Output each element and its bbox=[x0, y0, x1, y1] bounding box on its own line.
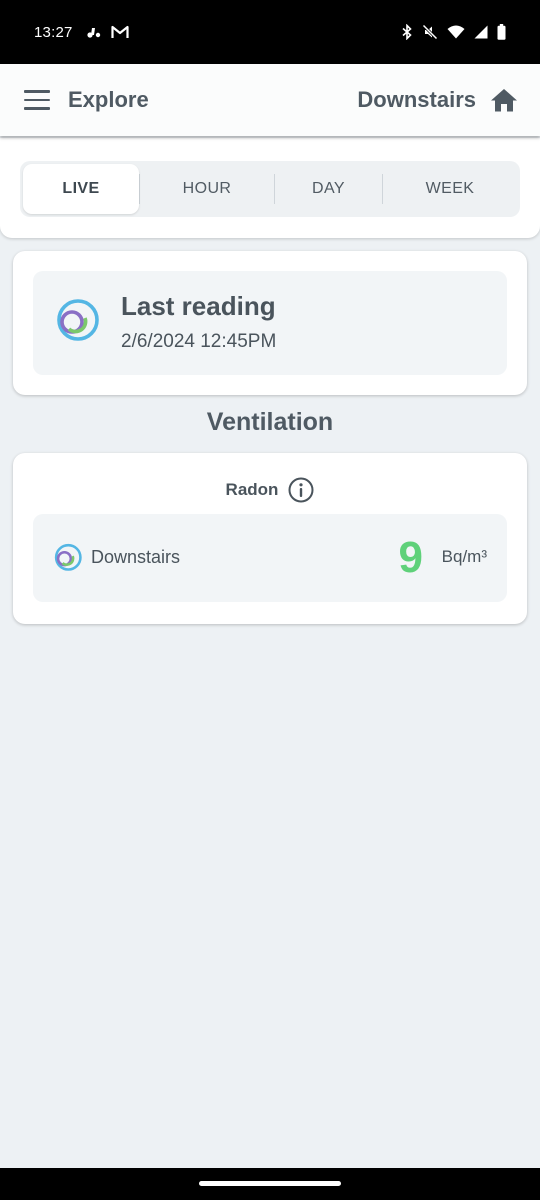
battery-icon bbox=[497, 24, 506, 40]
tab-live-label: LIVE bbox=[62, 180, 100, 197]
gmail-icon bbox=[110, 25, 129, 38]
navigation-bar bbox=[0, 1168, 540, 1200]
tab-week-label: WEEK bbox=[425, 180, 475, 197]
last-reading-panel: Last reading 2/6/2024 12:45PM bbox=[33, 271, 507, 375]
radon-card[interactable]: Radon Downstairs 9 Bq/m³ bbox=[13, 453, 527, 624]
mute-icon bbox=[422, 24, 438, 40]
status-right-icons bbox=[401, 24, 506, 40]
radon-reading-row[interactable]: Downstairs 9 Bq/m³ bbox=[33, 514, 507, 602]
tab-week[interactable]: WEEK bbox=[383, 164, 517, 214]
page-title: Explore bbox=[68, 87, 149, 112]
notification-dots-icon bbox=[86, 28, 100, 38]
bluetooth-icon bbox=[402, 24, 412, 40]
radon-header: Radon bbox=[13, 477, 527, 503]
location-name[interactable]: Downstairs bbox=[357, 87, 476, 113]
home-icon[interactable] bbox=[490, 87, 518, 113]
tab-day[interactable]: DAY bbox=[275, 164, 382, 214]
menu-icon[interactable] bbox=[24, 90, 50, 110]
radon-unit: Bq/m³ bbox=[441, 547, 487, 566]
home-gesture-handle[interactable] bbox=[199, 1181, 341, 1186]
wifi-icon bbox=[447, 25, 465, 39]
time-range-tabs: LIVE HOUR DAY WEEK bbox=[20, 161, 520, 217]
last-reading-timestamp: 2/6/2024 12:45PM bbox=[121, 331, 277, 352]
status-left-icons bbox=[86, 25, 129, 39]
device-logo-icon bbox=[57, 299, 99, 341]
info-icon[interactable] bbox=[288, 477, 314, 503]
last-reading-title: Last reading bbox=[121, 291, 276, 321]
radon-label: Radon bbox=[225, 480, 279, 499]
radon-value: 9 bbox=[398, 533, 423, 582]
tab-day-label: DAY bbox=[312, 180, 345, 197]
device-logo-icon bbox=[54, 543, 82, 571]
last-reading-card: Last reading 2/6/2024 12:45PM bbox=[13, 251, 527, 395]
device-name: Downstairs bbox=[91, 547, 181, 567]
status-time: 13:27 bbox=[34, 23, 73, 41]
section-title: Ventilation bbox=[206, 408, 334, 436]
tab-hour[interactable]: HOUR bbox=[140, 164, 274, 214]
tab-hour-label: HOUR bbox=[182, 180, 232, 197]
signal-icon bbox=[474, 25, 488, 39]
tab-live[interactable]: LIVE bbox=[23, 164, 139, 214]
status-bar: 13:27 bbox=[0, 0, 540, 64]
time-range-panel: LIVE HOUR DAY WEEK bbox=[0, 138, 540, 238]
app-bar: Explore Downstairs bbox=[0, 64, 540, 136]
